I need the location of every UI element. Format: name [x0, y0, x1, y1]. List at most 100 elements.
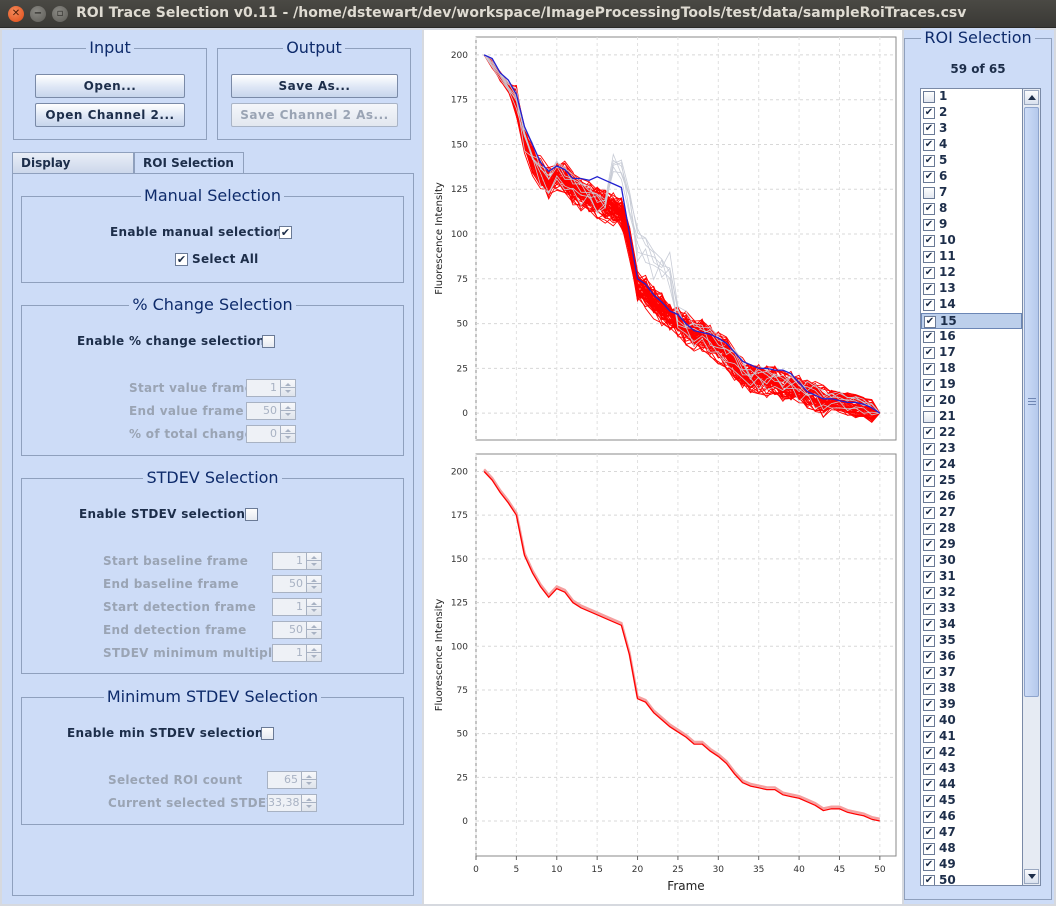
roi-list-item[interactable]: ✔ 42 [921, 745, 1022, 761]
roi-checkbox-checked[interactable]: ✔ [923, 219, 935, 231]
selected-roi-count-spinner[interactable]: 65 [267, 771, 317, 789]
roi-checkbox-checked[interactable]: ✔ [923, 651, 935, 663]
roi-checkbox-checked[interactable]: ✔ [923, 267, 935, 279]
roi-list-item[interactable]: ✔ 6 [921, 169, 1022, 185]
roi-list-item[interactable]: 1 [921, 89, 1022, 105]
end-detection-frame-spinner[interactable]: 50 [272, 621, 322, 639]
end-value-frame-spinner[interactable]: 50 [246, 402, 296, 420]
spinner-arrows-icon[interactable] [301, 772, 316, 788]
roi-checkbox-checked[interactable]: ✔ [923, 347, 935, 359]
roi-checkbox-checked[interactable]: ✔ [923, 299, 935, 311]
roi-checkbox-checked[interactable]: ✔ [923, 427, 935, 439]
enable-stdev-checkbox[interactable] [245, 508, 258, 521]
roi-checkbox-checked[interactable]: ✔ [923, 763, 935, 775]
roi-checkbox-unchecked[interactable] [923, 91, 935, 103]
roi-checkbox-checked[interactable]: ✔ [923, 155, 935, 167]
spinner-arrows-icon[interactable] [306, 599, 321, 615]
roi-list-item[interactable]: ✔ 20 [921, 393, 1022, 409]
save-channel-2-as-button[interactable]: Save Channel 2 As... [231, 103, 398, 127]
roi-checkbox-checked[interactable]: ✔ [923, 843, 935, 855]
end-baseline-frame-spinner[interactable]: 50 [272, 575, 322, 593]
enable-pct-change-checkbox[interactable] [262, 335, 275, 348]
roi-checkbox-checked[interactable]: ✔ [923, 123, 935, 135]
roi-checkbox-checked[interactable]: ✔ [923, 747, 935, 759]
roi-list-item[interactable]: ✔ 22 [921, 425, 1022, 441]
roi-checkbox-checked[interactable]: ✔ [923, 731, 935, 743]
roi-checkbox-checked[interactable]: ✔ [923, 395, 935, 407]
roi-checkbox-checked[interactable]: ✔ [923, 107, 935, 119]
roi-list-item[interactable]: ✔ 25 [921, 473, 1022, 489]
roi-list-item[interactable]: ✔ 9 [921, 217, 1022, 233]
open-button[interactable]: Open... [35, 74, 185, 98]
roi-checkbox-checked[interactable]: ✔ [923, 539, 935, 551]
roi-checkbox-checked[interactable]: ✔ [923, 779, 935, 791]
roi-list-item[interactable]: ✔ 50 [921, 873, 1022, 885]
roi-checkbox-checked[interactable]: ✔ [923, 203, 935, 215]
roi-checkbox-checked[interactable]: ✔ [923, 171, 935, 183]
roi-checkbox-checked[interactable]: ✔ [923, 555, 935, 567]
roi-list-item[interactable]: ✔ 38 [921, 681, 1022, 697]
roi-list-item[interactable]: 7 [921, 185, 1022, 201]
spinner-arrows-icon[interactable] [306, 576, 321, 592]
roi-list-item[interactable]: ✔ 39 [921, 697, 1022, 713]
spinner-arrows-icon[interactable] [306, 622, 321, 638]
spinner-arrows-icon[interactable] [280, 380, 295, 396]
roi-list-item[interactable]: ✔ 37 [921, 665, 1022, 681]
start-detection-frame-spinner[interactable]: 1 [272, 598, 322, 616]
roi-list-item[interactable]: ✔ 24 [921, 457, 1022, 473]
roi-list-item[interactable]: ✔ 30 [921, 553, 1022, 569]
roi-checkbox-checked[interactable]: ✔ [923, 443, 935, 455]
roi-checkbox-unchecked[interactable] [923, 411, 935, 423]
roi-list-item[interactable]: ✔ 31 [921, 569, 1022, 585]
spinner-arrows-icon[interactable] [280, 426, 295, 442]
roi-checkbox-checked[interactable]: ✔ [923, 363, 935, 375]
roi-list-item[interactable]: ✔ 40 [921, 713, 1022, 729]
roi-list-item[interactable]: ✔ 18 [921, 361, 1022, 377]
roi-list-item[interactable]: ✔ 35 [921, 633, 1022, 649]
roi-list-item[interactable]: ✔ 49 [921, 857, 1022, 873]
maximize-window-icon[interactable]: ▫ [52, 6, 68, 22]
roi-list-item[interactable]: ✔ 48 [921, 841, 1022, 857]
roi-list-item[interactable]: ✔ 26 [921, 489, 1022, 505]
tab-roi-selection[interactable]: ROI Selection [134, 152, 244, 175]
roi-list[interactable]: 1 ✔ 2 ✔ 3 ✔ 4 ✔ 5 ✔ 6 7 ✔ 8 ✔ 9 ✔ 10 ✔ 11 ✔ 12 ✔ 13 ✔ 14 ✔ 15 ✔ 16 ✔ 17… [920, 88, 1023, 886]
roi-list-item[interactable]: ✔ 43 [921, 761, 1022, 777]
spinner-arrows-icon[interactable] [280, 403, 295, 419]
start-baseline-frame-spinner[interactable]: 1 [272, 552, 322, 570]
roi-checkbox-checked[interactable]: ✔ [923, 635, 935, 647]
roi-checkbox-checked[interactable]: ✔ [923, 523, 935, 535]
spinner-arrows-icon[interactable] [301, 795, 316, 811]
roi-list-item[interactable]: ✔ 19 [921, 377, 1022, 393]
roi-checkbox-checked[interactable]: ✔ [923, 603, 935, 615]
roi-checkbox-unchecked[interactable] [923, 187, 935, 199]
roi-list-item[interactable]: ✔ 12 [921, 265, 1022, 281]
roi-checkbox-checked[interactable]: ✔ [923, 859, 935, 871]
roi-checkbox-checked[interactable]: ✔ [923, 459, 935, 471]
roi-list-item[interactable]: ✔ 27 [921, 505, 1022, 521]
scroll-up-icon[interactable] [1024, 90, 1039, 105]
roi-list-item[interactable]: ✔ 15 [921, 313, 1022, 329]
select-all-checkbox[interactable]: ✔ [175, 253, 188, 266]
roi-list-item[interactable]: ✔ 13 [921, 281, 1022, 297]
roi-checkbox-checked[interactable]: ✔ [923, 587, 935, 599]
roi-checkbox-checked[interactable]: ✔ [923, 491, 935, 503]
current-selected-stdev-spinner[interactable]: 33,38 [267, 794, 317, 812]
roi-list-item[interactable]: ✔ 36 [921, 649, 1022, 665]
roi-checkbox-checked[interactable]: ✔ [923, 251, 935, 263]
roi-list-item[interactable]: ✔ 10 [921, 233, 1022, 249]
roi-list-item[interactable]: ✔ 44 [921, 777, 1022, 793]
roi-checkbox-checked[interactable]: ✔ [923, 139, 935, 151]
roi-checkbox-checked[interactable]: ✔ [923, 715, 935, 727]
roi-list-item[interactable]: ✔ 28 [921, 521, 1022, 537]
roi-list-item[interactable]: 21 [921, 409, 1022, 425]
spinner-arrows-icon[interactable] [306, 553, 321, 569]
roi-checkbox-checked[interactable]: ✔ [923, 827, 935, 839]
roi-list-scrollbar[interactable] [1023, 88, 1041, 886]
enable-manual-selection-checkbox[interactable]: ✔ [279, 226, 292, 239]
roi-checkbox-checked[interactable]: ✔ [923, 667, 935, 679]
scroll-down-icon[interactable] [1024, 869, 1039, 884]
roi-checkbox-checked[interactable]: ✔ [923, 619, 935, 631]
roi-checkbox-checked[interactable]: ✔ [924, 316, 936, 328]
roi-checkbox-checked[interactable]: ✔ [923, 811, 935, 823]
roi-checkbox-checked[interactable]: ✔ [923, 875, 935, 885]
